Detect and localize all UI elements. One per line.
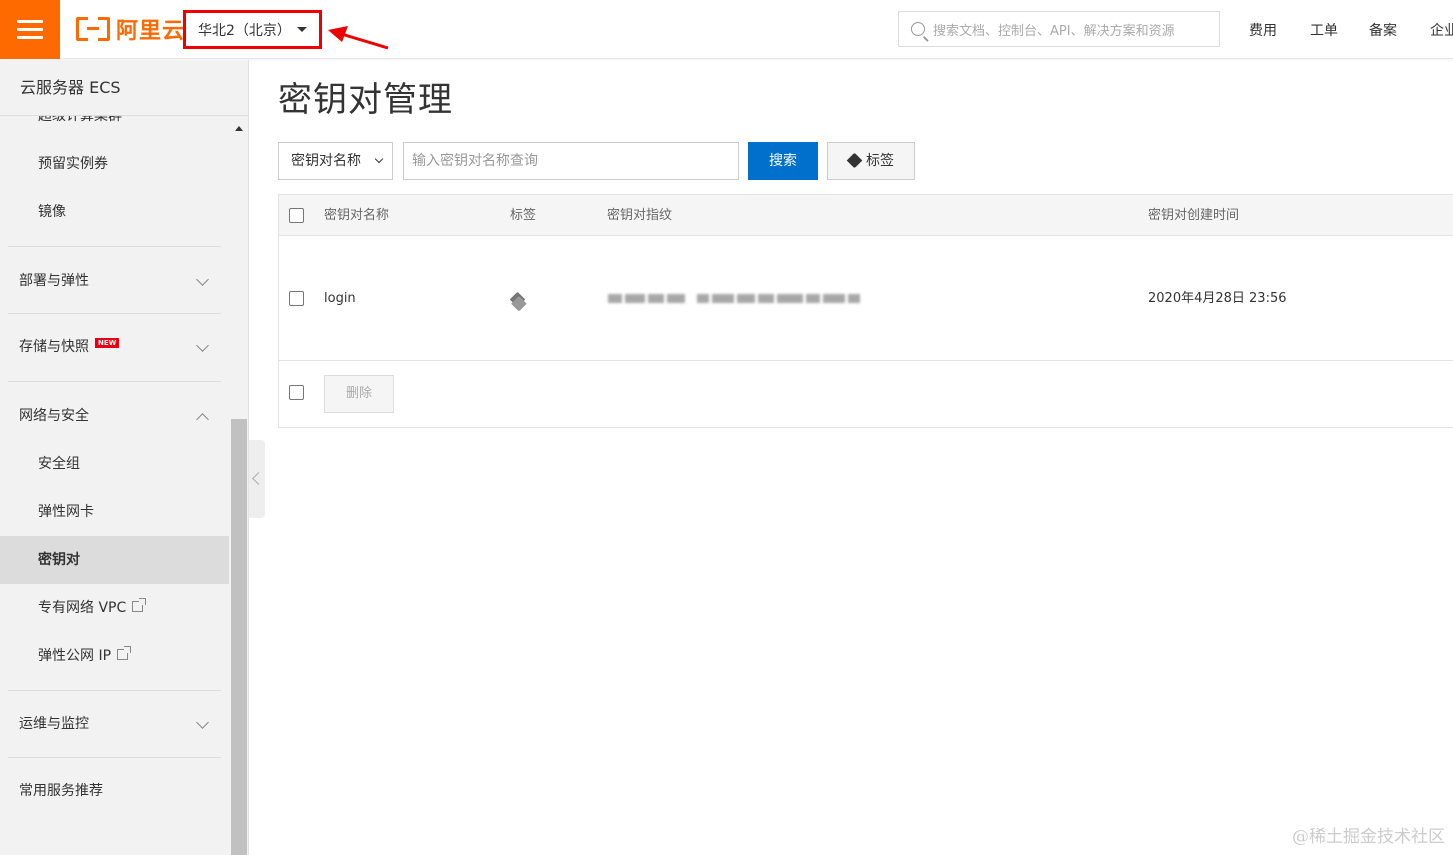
- scrollbar-thumb[interactable]: [231, 419, 247, 855]
- search-placeholder: 搜索文档、控制台、API、解决方案和资源: [933, 23, 1175, 39]
- hamburger-menu-button[interactable]: [0, 0, 60, 59]
- divider: [8, 246, 221, 247]
- sidebar-item-reserved-instances[interactable]: 预留实例券: [0, 140, 229, 188]
- tag-icon: [846, 152, 863, 169]
- new-badge: NEW: [95, 338, 120, 348]
- collapse-sidebar-button[interactable]: [249, 440, 265, 518]
- row-checkbox[interactable]: [289, 291, 304, 306]
- divider: [8, 381, 221, 382]
- red-arrow-annotation-icon: [328, 26, 389, 50]
- chevron-down-icon: [196, 716, 209, 729]
- sidebar-group-recommended[interactable]: 常用服务推荐: [0, 767, 229, 815]
- logo-text: 阿里云: [116, 19, 186, 44]
- created-time: 2020年4月28日 23:56: [1148, 291, 1287, 306]
- column-header-fingerprint: 密钥对指纹: [607, 208, 673, 223]
- divider: [8, 313, 221, 314]
- sidebar-item-vpc[interactable]: 专有网络 VPC: [0, 584, 229, 632]
- keypair-name[interactable]: login: [324, 236, 356, 361]
- select-all-checkbox[interactable]: [289, 208, 304, 223]
- sidebar-group-deployment[interactable]: 部署与弹性: [0, 257, 229, 305]
- nav-ticket[interactable]: 工单: [1310, 20, 1338, 40]
- table-footer: 删除: [279, 361, 1453, 428]
- external-link-icon: [132, 598, 147, 612]
- chevron-down-icon: [374, 154, 384, 164]
- page-title: 密钥对管理: [278, 80, 453, 120]
- top-bar: 阿里云 华北2（北京） 搜索文档、控制台、API、解决方案和资源 费用 工单 备…: [0, 0, 1453, 59]
- scroll-up-icon[interactable]: [235, 126, 243, 131]
- divider: [8, 690, 221, 691]
- sidebar-item-eni[interactable]: 弹性网卡: [0, 488, 229, 536]
- aliyun-logo-icon: [76, 17, 110, 41]
- global-search-input[interactable]: 搜索文档、控制台、API、解决方案和资源: [898, 11, 1220, 47]
- sidebar-item-images[interactable]: 镜像: [0, 188, 229, 236]
- chevron-down-icon: [196, 339, 209, 352]
- tags-icon[interactable]: [509, 291, 526, 308]
- divider: [8, 757, 221, 758]
- menu-icon: [17, 20, 43, 23]
- sidebar: 云服务器 ECS 超级计算集群 预留实例券 镜像 部署与弹性 存储与快照 NEW …: [0, 60, 249, 855]
- nav-billing[interactable]: 费用: [1249, 20, 1277, 40]
- filter-field-select[interactable]: 密钥对名称: [278, 142, 393, 180]
- keypair-fingerprint-blurred: [608, 291, 860, 305]
- delete-button[interactable]: 删除: [324, 375, 394, 413]
- column-header-tags: 标签: [510, 208, 537, 223]
- sidebar-group-storage[interactable]: 存储与快照 NEW: [0, 323, 229, 371]
- sidebar-group-ops-monitoring[interactable]: 运维与监控: [0, 700, 229, 748]
- keypair-name-search-input[interactable]: [403, 142, 739, 180]
- sidebar-title: 云服务器 ECS: [0, 60, 248, 116]
- sidebar-group-network-security[interactable]: 网络与安全: [0, 392, 229, 440]
- aliyun-logo[interactable]: 阿里云: [76, 15, 186, 44]
- chevron-down-icon: [196, 273, 209, 286]
- tag-filter-button[interactable]: 标签: [827, 142, 915, 180]
- search-icon: [911, 22, 925, 36]
- sidebar-item-key-pairs[interactable]: 密钥对: [0, 536, 229, 584]
- column-header-name[interactable]: 密钥对名称: [324, 195, 389, 236]
- keypair-table: 密钥对名称 标签 密钥对指纹 密钥对创建时间 login 2020年4月28日 …: [278, 194, 1453, 428]
- caret-down-icon: [297, 27, 307, 32]
- search-button[interactable]: 搜索: [748, 142, 818, 180]
- sidebar-scrollbar[interactable]: [229, 116, 248, 855]
- sidebar-item-security-group[interactable]: 安全组: [0, 440, 229, 488]
- watermark: @稀土掘金技术社区: [1292, 827, 1445, 847]
- region-selector[interactable]: 华北2（北京）: [183, 10, 322, 49]
- table-row: login 2020年4月28日 23:56: [279, 236, 1453, 361]
- sidebar-item-eip[interactable]: 弹性公网 IP: [0, 632, 229, 680]
- column-header-created[interactable]: 密钥对创建时间: [1148, 195, 1239, 236]
- footer-select-all-checkbox[interactable]: [289, 385, 304, 400]
- nav-icp[interactable]: 备案: [1369, 20, 1397, 40]
- chevron-up-icon: [196, 413, 209, 426]
- region-label: 华北2（北京）: [198, 22, 291, 39]
- table-header: 密钥对名称 标签 密钥对指纹 密钥对创建时间: [279, 195, 1453, 236]
- nav-enterprise[interactable]: 企业: [1430, 20, 1453, 40]
- external-link-icon: [117, 646, 132, 660]
